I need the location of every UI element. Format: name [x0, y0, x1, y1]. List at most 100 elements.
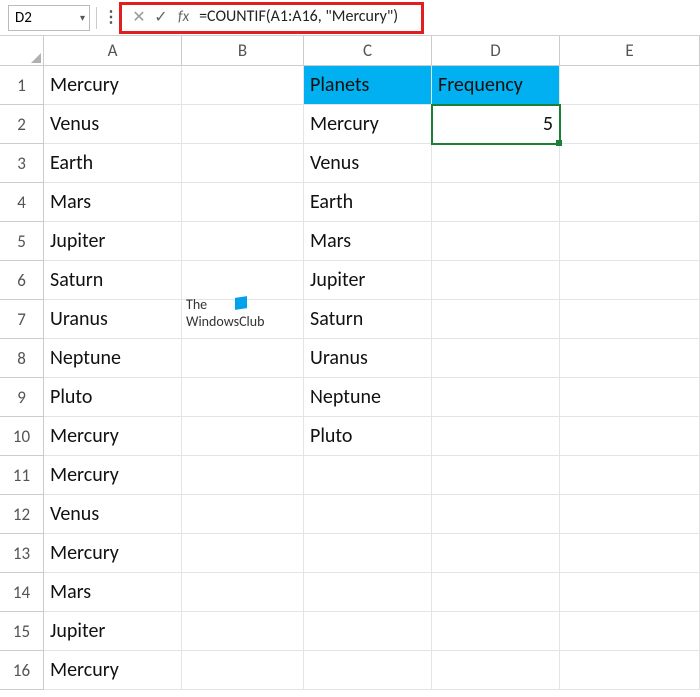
cell-E7[interactable]: [560, 300, 700, 339]
cell-A15[interactable]: Jupiter: [44, 612, 182, 651]
cell-E10[interactable]: [560, 417, 700, 456]
row-header-5[interactable]: 5: [0, 222, 44, 261]
cell-B9[interactable]: [182, 378, 304, 417]
cell-A4[interactable]: Mars: [44, 183, 182, 222]
cell-E9[interactable]: [560, 378, 700, 417]
col-header-E[interactable]: E: [560, 36, 700, 66]
cell-D5[interactable]: [432, 222, 560, 261]
row-header-2[interactable]: 2: [0, 105, 44, 144]
row-header-12[interactable]: 12: [0, 495, 44, 534]
cell-A2[interactable]: Venus: [44, 105, 182, 144]
cell-A6[interactable]: Saturn: [44, 261, 182, 300]
cell-B3[interactable]: [182, 144, 304, 183]
fx-icon[interactable]: fx: [178, 8, 189, 26]
row-header-7[interactable]: 7: [0, 300, 44, 339]
cell-A14[interactable]: Mars: [44, 573, 182, 612]
cell-B15[interactable]: [182, 612, 304, 651]
cell-D6[interactable]: [432, 261, 560, 300]
cell-E1[interactable]: [560, 66, 700, 105]
cell-B7[interactable]: [182, 300, 304, 339]
cell-E3[interactable]: [560, 144, 700, 183]
cell-E14[interactable]: [560, 573, 700, 612]
cell-C10[interactable]: Pluto: [304, 417, 432, 456]
cell-C3[interactable]: Venus: [304, 144, 432, 183]
col-header-A[interactable]: A: [44, 36, 182, 66]
row-header-4[interactable]: 4: [0, 183, 44, 222]
vertical-dots-icon[interactable]: ⋮: [103, 10, 117, 26]
cell-E5[interactable]: [560, 222, 700, 261]
cell-C2[interactable]: Mercury: [304, 105, 432, 144]
cell-B11[interactable]: [182, 456, 304, 495]
cell-D8[interactable]: [432, 339, 560, 378]
col-header-D[interactable]: D: [432, 36, 560, 66]
cell-D11[interactable]: [432, 456, 560, 495]
cell-A8[interactable]: Neptune: [44, 339, 182, 378]
cell-B10[interactable]: [182, 417, 304, 456]
cell-E4[interactable]: [560, 183, 700, 222]
cell-D7[interactable]: [432, 300, 560, 339]
cell-B2[interactable]: [182, 105, 304, 144]
row-header-9[interactable]: 9: [0, 378, 44, 417]
row-header-10[interactable]: 10: [0, 417, 44, 456]
row-header-11[interactable]: 11: [0, 456, 44, 495]
cell-C6[interactable]: Jupiter: [304, 261, 432, 300]
cell-B14[interactable]: [182, 573, 304, 612]
cell-A7[interactable]: Uranus: [44, 300, 182, 339]
cell-C4[interactable]: Earth: [304, 183, 432, 222]
cell-C12[interactable]: [304, 495, 432, 534]
cell-B13[interactable]: [182, 534, 304, 573]
cell-C5[interactable]: Mars: [304, 222, 432, 261]
formula-input[interactable]: [195, 7, 415, 26]
cell-E13[interactable]: [560, 534, 700, 573]
cell-C13[interactable]: [304, 534, 432, 573]
cell-E11[interactable]: [560, 456, 700, 495]
cell-E15[interactable]: [560, 612, 700, 651]
cell-C16[interactable]: [304, 651, 432, 690]
cell-A3[interactable]: Earth: [44, 144, 182, 183]
cell-A13[interactable]: Mercury: [44, 534, 182, 573]
cell-E12[interactable]: [560, 495, 700, 534]
row-header-6[interactable]: 6: [0, 261, 44, 300]
cell-D9[interactable]: [432, 378, 560, 417]
cell-D1[interactable]: Frequency: [432, 66, 560, 105]
cell-E16[interactable]: [560, 651, 700, 690]
cell-B5[interactable]: [182, 222, 304, 261]
col-header-C[interactable]: C: [304, 36, 432, 66]
cell-A12[interactable]: Venus: [44, 495, 182, 534]
cancel-formula-icon[interactable]: ✕: [128, 7, 150, 27]
cell-B1[interactable]: [182, 66, 304, 105]
select-all-corner[interactable]: [0, 36, 44, 66]
cell-D3[interactable]: [432, 144, 560, 183]
cell-C9[interactable]: Neptune: [304, 378, 432, 417]
row-header-16[interactable]: 16: [0, 651, 44, 690]
cell-E6[interactable]: [560, 261, 700, 300]
name-box[interactable]: D2 ▾: [8, 5, 90, 31]
cell-C1[interactable]: Planets: [304, 66, 432, 105]
cell-A5[interactable]: Jupiter: [44, 222, 182, 261]
row-header-8[interactable]: 8: [0, 339, 44, 378]
row-header-13[interactable]: 13: [0, 534, 44, 573]
row-header-1[interactable]: 1: [0, 66, 44, 105]
row-header-3[interactable]: 3: [0, 144, 44, 183]
cell-E8[interactable]: [560, 339, 700, 378]
cell-B12[interactable]: [182, 495, 304, 534]
cell-D4[interactable]: [432, 183, 560, 222]
cell-C14[interactable]: [304, 573, 432, 612]
cell-B4[interactable]: [182, 183, 304, 222]
cell-C7[interactable]: Saturn: [304, 300, 432, 339]
cell-B16[interactable]: [182, 651, 304, 690]
accept-formula-icon[interactable]: ✓: [150, 7, 172, 27]
cell-A10[interactable]: Mercury: [44, 417, 182, 456]
cell-C15[interactable]: [304, 612, 432, 651]
cell-D12[interactable]: [432, 495, 560, 534]
cell-D16[interactable]: [432, 651, 560, 690]
cell-A9[interactable]: Pluto: [44, 378, 182, 417]
cell-B6[interactable]: [182, 261, 304, 300]
col-header-B[interactable]: B: [182, 36, 304, 66]
cell-D14[interactable]: [432, 573, 560, 612]
cell-E2[interactable]: [560, 105, 700, 144]
cell-A16[interactable]: Mercury: [44, 651, 182, 690]
cell-C11[interactable]: [304, 456, 432, 495]
cell-B8[interactable]: [182, 339, 304, 378]
cell-D15[interactable]: [432, 612, 560, 651]
